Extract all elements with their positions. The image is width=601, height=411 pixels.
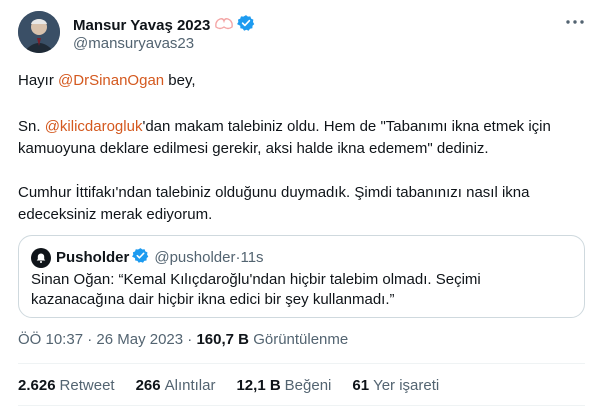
stat-label: Beğeni xyxy=(284,377,332,394)
tweet-text: Hayır xyxy=(18,72,59,89)
author-display-name[interactable]: Mansur Yavaş 2023 xyxy=(73,17,210,34)
author-name-row[interactable]: Mansur Yavaş 2023 xyxy=(73,14,255,36)
tweet-paragraph-2: Sn. @kilicdarogluk'dan makam talebiniz o… xyxy=(18,116,588,160)
likes-stat[interactable]: 12,1 B Beğeni xyxy=(236,377,331,394)
mention-link[interactable]: @kilicdarogluk xyxy=(45,118,143,135)
quoted-tweet-header: Pusholder @pusholder · 11s xyxy=(31,247,264,268)
stat-label: Retweet xyxy=(59,377,115,394)
tweet-date[interactable]: 26 May 2023 xyxy=(96,331,183,348)
mention-link[interactable]: @DrSinanOgan xyxy=(58,72,164,89)
retweets-stat[interactable]: 2.626 Retweet xyxy=(18,377,115,394)
separator-dot: · xyxy=(83,331,97,348)
avatar-image xyxy=(18,11,60,53)
quoted-author-name[interactable]: Pusholder xyxy=(56,249,129,266)
stat-count: 2.626 xyxy=(18,377,56,394)
pusholder-logo-icon[interactable] xyxy=(31,247,51,268)
views-count: 160,7 B xyxy=(196,331,250,348)
hands-emoji-icon xyxy=(214,16,234,34)
tweet-text: bey, xyxy=(164,72,196,89)
separator-dot: · xyxy=(183,331,197,348)
divider xyxy=(18,405,585,406)
quoted-author-handle[interactable]: @pusholder xyxy=(154,249,235,266)
divider xyxy=(18,363,585,364)
stat-label: Yer işareti xyxy=(373,377,440,394)
tweet-time[interactable]: ÖÖ 10:37 xyxy=(18,331,83,348)
stat-count: 61 xyxy=(352,377,370,394)
tweet-text: Sn. xyxy=(18,118,45,135)
views-label: Görüntülenme xyxy=(253,331,349,348)
tweet-paragraph-3: Cumhur İttifakı'ndan talebiniz olduğunu … xyxy=(18,184,530,223)
stat-label: Alıntılar xyxy=(164,377,216,394)
tweet-paragraph-1: Hayır @DrSinanOgan bey, xyxy=(18,70,588,92)
verified-badge-icon xyxy=(132,247,149,268)
author-avatar[interactable] xyxy=(18,11,60,53)
stat-count: 266 xyxy=(135,377,161,394)
quotes-stat[interactable]: 266 Alıntılar xyxy=(136,377,216,394)
tweet-meta: ÖÖ 10:37 · 26 May 2023 · 160,7 B Görüntü… xyxy=(18,331,348,348)
author-handle[interactable]: @mansuryavas23 xyxy=(73,35,194,52)
quoted-tweet-text: Sinan Oğan: “Kemal Kılıçdaroğlu'ndan hiç… xyxy=(31,271,481,308)
quoted-tweet[interactable]: Pusholder @pusholder · 11s Sinan Oğan: “… xyxy=(18,235,585,318)
engagement-stats: 2.626 Retweet 266 Alıntılar 12,1 B Beğeni 6… xyxy=(18,377,460,394)
verified-badge-icon xyxy=(237,14,255,36)
tweet-card: Mansur Yavaş 2023 @mansuryavas23 Hayır @… xyxy=(0,0,601,411)
stat-count: 12,1 B xyxy=(236,377,281,394)
bookmarks-stat[interactable]: 61 Yer işareti xyxy=(352,377,439,394)
more-options-icon[interactable] xyxy=(563,12,587,32)
quoted-time[interactable]: 11s xyxy=(240,249,263,266)
